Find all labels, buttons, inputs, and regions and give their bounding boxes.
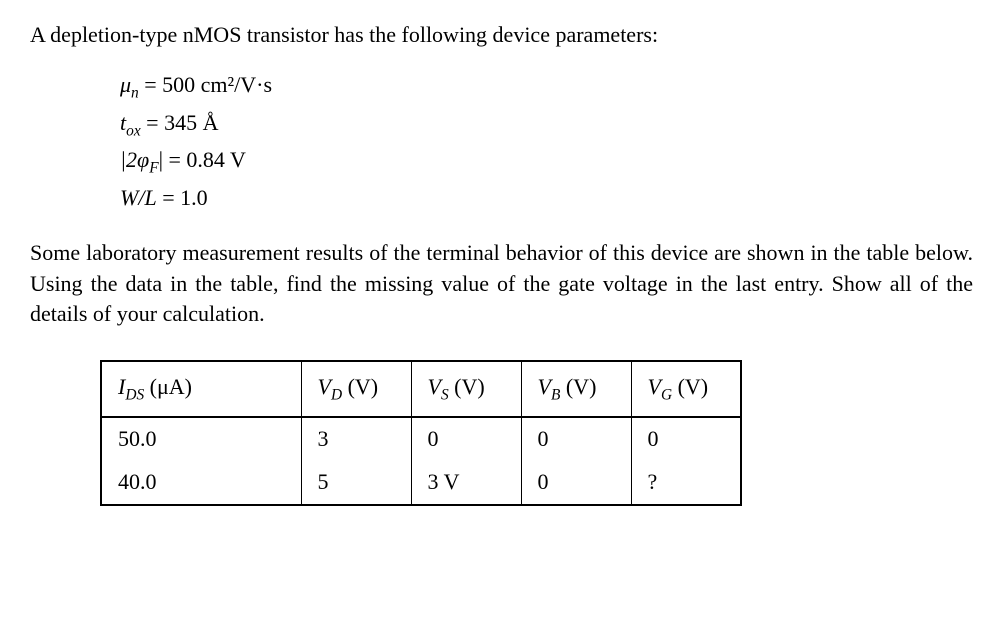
vg-pre: V	[648, 374, 661, 399]
table-container: IDS (μA) VD (V) VS (V) VB (V) VG (V) 50.…	[100, 360, 973, 506]
intro-text: A depletion-type nMOS transistor has the…	[30, 20, 973, 51]
cell-vb: 0	[521, 461, 631, 505]
ids-sub: DS	[125, 387, 144, 404]
table-row: 40.0 5 3 V 0 ?	[101, 461, 741, 505]
tox-sub: ox	[126, 122, 141, 139]
cell-vd: 3	[301, 417, 411, 461]
table-row: 50.0 3 0 0 0	[101, 417, 741, 461]
cell-vg: 0	[631, 417, 741, 461]
vb-pre: V	[538, 374, 551, 399]
ids-post: (μA)	[144, 374, 192, 399]
wl-symbol: W/L	[120, 185, 157, 210]
header-vd: VD (V)	[301, 361, 411, 417]
phi-symbol: |2φ	[120, 147, 149, 172]
cell-vd: 5	[301, 461, 411, 505]
cell-ids: 50.0	[101, 417, 301, 461]
vs-sub: S	[441, 387, 449, 404]
cell-vs: 0	[411, 417, 521, 461]
vd-sub: D	[331, 387, 342, 404]
wl-value: = 1.0	[157, 185, 208, 210]
cell-ids: 40.0	[101, 461, 301, 505]
tox-value: = 345 Å	[141, 110, 219, 135]
param-tox: tox = 345 Å	[120, 107, 973, 143]
vd-post: (V)	[342, 374, 378, 399]
cell-vg: ?	[631, 461, 741, 505]
phi-value: | = 0.84 V	[159, 147, 246, 172]
mu-symbol: μ	[120, 72, 131, 97]
param-phi: |2φF| = 0.84 V	[120, 144, 973, 180]
header-ids: IDS (μA)	[101, 361, 301, 417]
vs-pre: V	[428, 374, 441, 399]
data-table: IDS (μA) VD (V) VS (V) VB (V) VG (V) 50.…	[100, 360, 742, 506]
parameters-block: μn = 500 cm²/V·s tox = 345 Å |2φF| = 0.8…	[120, 69, 973, 214]
param-wl: W/L = 1.0	[120, 182, 973, 214]
vg-sub: G	[661, 387, 672, 404]
cell-vs: 3 V	[411, 461, 521, 505]
header-vs: VS (V)	[411, 361, 521, 417]
cell-vb: 0	[521, 417, 631, 461]
vg-post: (V)	[672, 374, 708, 399]
header-vb: VB (V)	[521, 361, 631, 417]
table-header-row: IDS (μA) VD (V) VS (V) VB (V) VG (V)	[101, 361, 741, 417]
param-mu: μn = 500 cm²/V·s	[120, 69, 973, 105]
vs-post: (V)	[449, 374, 485, 399]
mu-sub: n	[131, 84, 139, 101]
vd-pre: V	[318, 374, 331, 399]
mu-value: = 500 cm²/V·s	[139, 72, 272, 97]
header-vg: VG (V)	[631, 361, 741, 417]
vb-sub: B	[551, 387, 560, 404]
vb-post: (V)	[560, 374, 596, 399]
description-text: Some laboratory measurement results of t…	[30, 238, 973, 330]
phi-sub: F	[149, 160, 158, 177]
